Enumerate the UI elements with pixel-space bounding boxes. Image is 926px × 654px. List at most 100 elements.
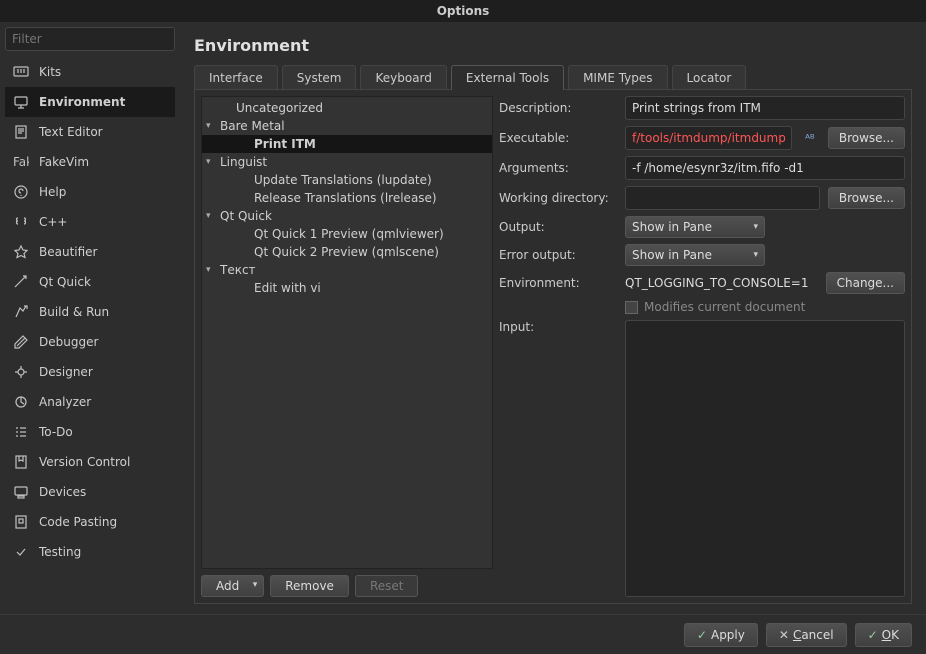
tree-item[interactable]: ▾ Linguist xyxy=(202,153,492,171)
sidebar-item-kits[interactable]: Kits xyxy=(5,57,175,87)
chevron-down-icon: ▾ xyxy=(206,265,216,275)
sidebar-icon: Fake xyxy=(13,154,29,170)
sidebar-icon xyxy=(13,274,29,290)
check-icon: ✓ xyxy=(697,628,707,642)
tree-item-label: Текст xyxy=(220,263,256,277)
sidebar-icon xyxy=(13,484,29,500)
tree-item-label: Qt Quick 1 Preview (qmlviewer) xyxy=(254,227,444,241)
sidebar: Kits EnvironmentText Editor Fake FakeVim Hel… xyxy=(0,22,180,644)
modifies-checkbox[interactable]: Modifies current document xyxy=(625,300,805,314)
tree-item[interactable]: Release Translations (lrelease) xyxy=(202,189,492,207)
output-select[interactable]: Show in Pane xyxy=(625,216,765,238)
sidebar-item-c-[interactable]: C++ xyxy=(5,207,175,237)
workdir-label: Working directory: xyxy=(499,191,617,205)
input-label: Input: xyxy=(499,320,617,597)
tab-interface[interactable]: Interface xyxy=(194,65,278,90)
sidebar-item-code-pasting[interactable]: Code Pasting xyxy=(5,507,175,537)
sidebar-icon xyxy=(13,454,29,470)
sidebar-icon xyxy=(13,64,29,80)
chevron-down-icon: ▾ xyxy=(206,211,216,221)
tab-mime-types[interactable]: MIME Types xyxy=(568,65,667,90)
tree-item[interactable]: Qt Quick 1 Preview (qmlviewer) xyxy=(202,225,492,243)
tab-external-tools[interactable]: External Tools xyxy=(451,65,564,90)
tree-item[interactable]: ▾Bare Metal xyxy=(202,117,492,135)
arguments-input[interactable] xyxy=(625,156,905,180)
sidebar-item-label: Analyzer xyxy=(39,395,91,409)
tree-item[interactable]: Edit with vi xyxy=(202,279,492,297)
sidebar-item-version-control[interactable]: Version Control xyxy=(5,447,175,477)
sidebar-item-help[interactable]: Help xyxy=(5,177,175,207)
sidebar-item-text-editor[interactable]: Text Editor xyxy=(5,117,175,147)
workdir-input[interactable] xyxy=(625,186,820,210)
sidebar-icon xyxy=(13,394,29,410)
description-label: Description: xyxy=(499,101,617,115)
tree-item[interactable]: Update Translations (lupdate) xyxy=(202,171,492,189)
sidebar-item-label: Beautifier xyxy=(39,245,98,259)
add-button[interactable]: Add xyxy=(201,575,264,597)
sidebar-item-analyzer[interactable]: Analyzer xyxy=(5,387,175,417)
tab-system[interactable]: System xyxy=(282,65,357,90)
sidebar-item-debugger[interactable]: Debugger xyxy=(5,327,175,357)
sidebar-item-qt-quick[interactable]: Qt Quick xyxy=(5,267,175,297)
tree-item-label: Bare Metal xyxy=(220,119,285,133)
sidebar-item-label: Help xyxy=(39,185,66,199)
sidebar-icon xyxy=(13,244,29,260)
sidebar-item-environment[interactable]: Environment xyxy=(5,87,175,117)
arguments-label: Arguments: xyxy=(499,161,617,175)
check-icon: ✓ xyxy=(868,628,878,642)
executable-input[interactable] xyxy=(625,126,792,150)
sidebar-item-label: Code Pasting xyxy=(39,515,117,529)
sidebar-item-label: Designer xyxy=(39,365,93,379)
sidebar-item-label: Kits xyxy=(39,65,61,79)
tree-item[interactable]: ▾ Текст xyxy=(202,261,492,279)
apply-button[interactable]: ✓Apply xyxy=(684,623,758,647)
sidebar-item-label: FakeVim xyxy=(39,155,89,169)
tree-item-label: Edit with vi xyxy=(254,281,321,295)
sidebar-icon xyxy=(13,304,29,320)
tree-item[interactable]: Uncategorized xyxy=(202,99,492,117)
error-output-select[interactable]: Show in Pane xyxy=(625,244,765,266)
cancel-button[interactable]: ✕Cancel xyxy=(766,623,847,647)
tree-item-label: Qt Quick xyxy=(220,209,272,223)
sidebar-item-label: Debugger xyxy=(39,335,98,349)
tab-locator[interactable]: Locator xyxy=(672,65,747,90)
tree-item[interactable]: Print ITM xyxy=(202,135,492,153)
environment-change-button[interactable]: Change... xyxy=(826,272,905,294)
sidebar-item-build-run[interactable]: Build & Run xyxy=(5,297,175,327)
ok-button[interactable]: ✓OK xyxy=(855,623,912,647)
filter-input[interactable] xyxy=(5,27,175,51)
executable-label: Executable: xyxy=(499,131,617,145)
checkbox-icon xyxy=(625,301,638,314)
tree-item-label: Qt Quick 2 Preview (qmlscene) xyxy=(254,245,439,259)
tool-tree[interactable]: Uncategorized▾Bare MetalPrint ITM▾Lingui… xyxy=(201,96,493,569)
reset-button[interactable]: Reset xyxy=(355,575,419,597)
tree-item-label: Release Translations (lrelease) xyxy=(254,191,437,205)
tree-item-label: Linguist xyxy=(220,155,267,169)
input-textarea[interactable] xyxy=(625,320,905,597)
sidebar-item-label: Build & Run xyxy=(39,305,109,319)
sidebar-item-to-do[interactable]: To-Do xyxy=(5,417,175,447)
description-input[interactable] xyxy=(625,96,905,120)
error-output-label: Error output: xyxy=(499,248,617,262)
tree-item[interactable]: Qt Quick 2 Preview (qmlscene) xyxy=(202,243,492,261)
tree-item[interactable]: ▾ Qt Quick xyxy=(202,207,492,225)
sidebar-item-beautifier[interactable]: Beautifier xyxy=(5,237,175,267)
sidebar-item-fakevim[interactable]: Fake FakeVim xyxy=(5,147,175,177)
page-title: Environment xyxy=(194,36,912,55)
sidebar-item-label: Testing xyxy=(39,545,81,559)
sidebar-item-designer[interactable]: Designer xyxy=(5,357,175,387)
sidebar-item-label: Qt Quick xyxy=(39,275,91,289)
sidebar-icon xyxy=(13,214,29,230)
workdir-browse-button[interactable]: Browse... xyxy=(828,187,905,209)
sidebar-item-devices[interactable]: Devices xyxy=(5,477,175,507)
sidebar-item-label: Version Control xyxy=(39,455,130,469)
remove-button[interactable]: Remove xyxy=(270,575,349,597)
tree-item-label: Uncategorized xyxy=(236,101,323,115)
chevron-down-icon: ▾ xyxy=(206,157,216,167)
variable-icon[interactable]: ᴬᴮ xyxy=(800,128,820,148)
sidebar-item-testing[interactable]: Testing xyxy=(5,537,175,567)
executable-browse-button[interactable]: Browse... xyxy=(828,127,905,149)
sidebar-icon xyxy=(13,124,29,140)
tab-keyboard[interactable]: Keyboard xyxy=(360,65,446,90)
tabs: InterfaceSystemKeyboardExternal ToolsMIM… xyxy=(194,65,912,90)
